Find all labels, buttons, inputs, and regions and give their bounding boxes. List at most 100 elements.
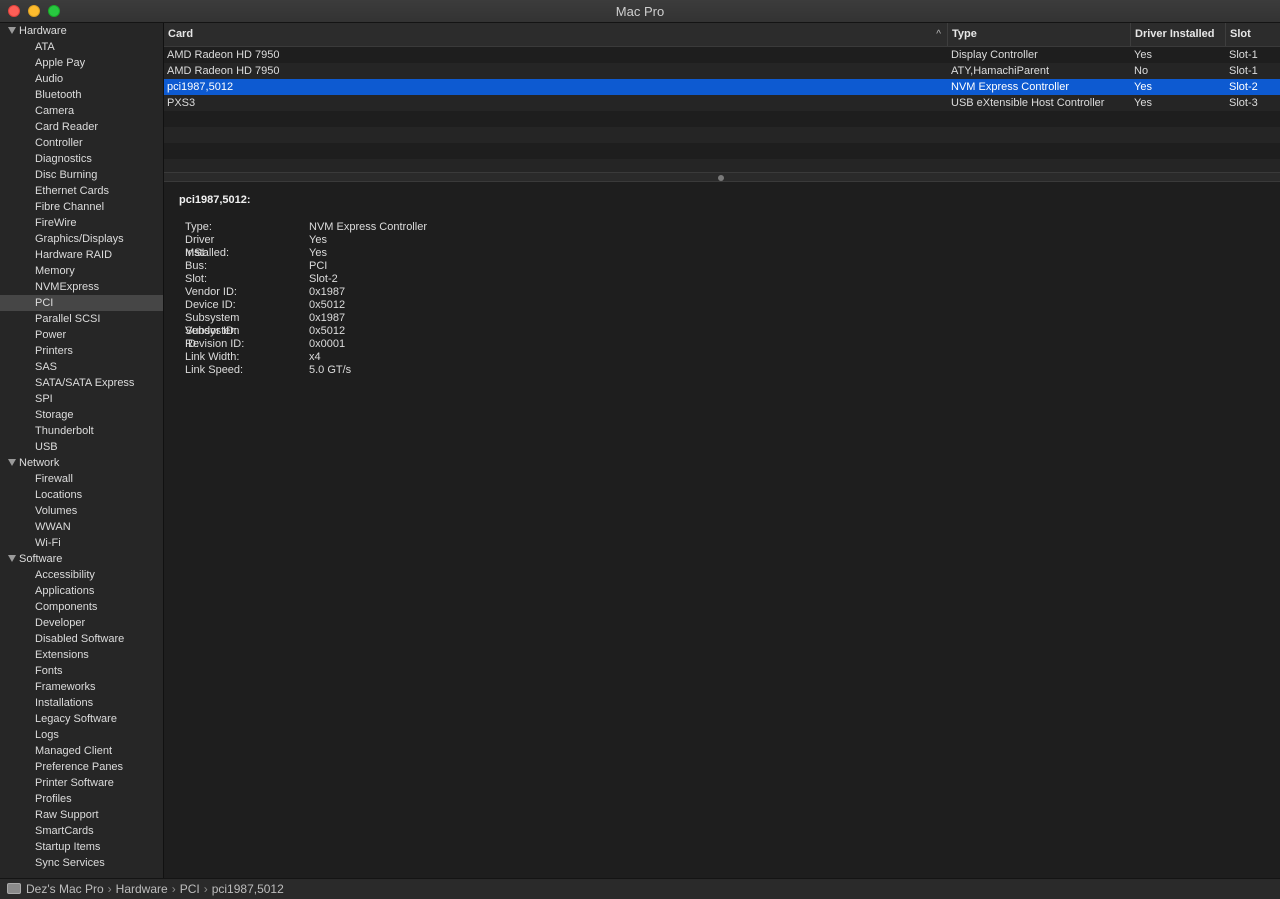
- column-header-driver-installed[interactable]: Driver Installed: [1131, 23, 1226, 46]
- breadcrumb-separator-icon: ›: [107, 882, 112, 896]
- sidebar-item[interactable]: Logs: [0, 727, 163, 743]
- empty-table-row: [164, 127, 1280, 143]
- sidebar-item[interactable]: Controller: [0, 135, 163, 151]
- detail-field-key: Type:: [185, 221, 212, 233]
- sidebar-item[interactable]: ATA: [0, 39, 163, 55]
- detail-field: Revision ID: 0x0001: [179, 338, 345, 351]
- sidebar-item[interactable]: Components: [0, 599, 163, 615]
- sidebar-item[interactable]: Diagnostics: [0, 151, 163, 167]
- table-cell-slot: Slot-1: [1229, 49, 1258, 61]
- sidebar-item[interactable]: USB: [0, 439, 163, 455]
- sidebar-item[interactable]: Developer: [0, 615, 163, 631]
- sidebar-item[interactable]: Disc Burning: [0, 167, 163, 183]
- breadcrumb: Dez's Mac Pro › Hardware › PCI › pci1987,5012: [26, 879, 284, 899]
- sidebar-item[interactable]: Printers: [0, 343, 163, 359]
- sidebar-item[interactable]: Power: [0, 327, 163, 343]
- sidebar-item[interactable]: SPI: [0, 391, 163, 407]
- sidebar-item[interactable]: Profiles: [0, 791, 163, 807]
- sidebar-item[interactable]: SmartCards: [0, 823, 163, 839]
- sidebar-item[interactable]: FireWire: [0, 215, 163, 231]
- detail-field-value: PCI: [309, 260, 328, 272]
- detail-field-key: Device ID:: [185, 299, 236, 311]
- disclosure-triangle-icon[interactable]: [8, 27, 16, 34]
- breadcrumb-item[interactable]: PCI: [180, 882, 200, 896]
- column-header-card[interactable]: Card ^: [164, 23, 948, 46]
- sidebar-item[interactable]: Hardware RAID: [0, 247, 163, 263]
- table-cell-card: PXS3: [167, 97, 196, 109]
- sidebar-group-network[interactable]: Network: [0, 455, 163, 471]
- sidebar-item[interactable]: Card Reader: [0, 119, 163, 135]
- detail-field-value: Yes: [309, 234, 327, 246]
- table-row[interactable]: AMD Radeon HD 7950 Display Controller Yes S…: [164, 47, 1280, 63]
- sidebar-item[interactable]: Sync Services: [0, 855, 163, 871]
- column-header-card-label: Card: [168, 28, 194, 40]
- sidebar-item[interactable]: Ethernet Cards: [0, 183, 163, 199]
- sidebar-item[interactable]: Disabled Software: [0, 631, 163, 647]
- disclosure-triangle-icon[interactable]: [8, 555, 16, 562]
- detail-field-key: Slot:: [185, 273, 208, 285]
- detail-field-value: 0x1987: [309, 312, 346, 324]
- breadcrumb-item[interactable]: pci1987,5012: [212, 882, 284, 896]
- breadcrumb-item[interactable]: Hardware: [116, 882, 168, 896]
- sidebar-group-hardware[interactable]: Hardware: [0, 23, 163, 39]
- sidebar-item[interactable]: Storage: [0, 407, 163, 423]
- detail-pane: pci1987,5012: Type: NVM Express Controlle…: [179, 194, 427, 377]
- sidebar-item[interactable]: Preference Panes: [0, 759, 163, 775]
- sidebar-item[interactable]: Volumes: [0, 503, 163, 519]
- table-row[interactable]: PXS3 USB eXtensible Host Controller Yes Slo…: [164, 95, 1280, 111]
- split-view-divider[interactable]: [164, 172, 1280, 182]
- sidebar-item[interactable]: Camera: [0, 103, 163, 119]
- sidebar-item[interactable]: WWAN: [0, 519, 163, 535]
- main-pane: Card ^ Type Driver Installed Slot AMD Ra…: [164, 23, 1280, 878]
- sidebar-item[interactable]: SATA/SATA Express: [0, 375, 163, 391]
- path-bar: Dez's Mac Pro › Hardware › PCI › pci1987,5012: [0, 878, 1280, 899]
- table-cell-type: NVM Express Controller: [951, 81, 1069, 93]
- detail-field: Device ID: 0x5012: [179, 299, 345, 312]
- sidebar-item[interactable]: Thunderbolt: [0, 423, 163, 439]
- sidebar-item[interactable]: Extensions: [0, 647, 163, 663]
- sidebar-item[interactable]: Parallel SCSI: [0, 311, 163, 327]
- detail-field: Bus: PCI: [179, 260, 327, 273]
- detail-field-key: Link Width:: [185, 351, 240, 363]
- sidebar-item[interactable]: NVMExpress: [0, 279, 163, 295]
- table-cell-slot: Slot-3: [1229, 97, 1258, 109]
- sidebar-item[interactable]: PCI: [0, 295, 163, 311]
- sidebar-item[interactable]: Startup Items: [0, 839, 163, 855]
- sidebar-item[interactable]: Raw Support: [0, 807, 163, 823]
- breadcrumb-item[interactable]: Dez's Mac Pro: [26, 882, 104, 896]
- detail-field-value: 0x0001: [309, 338, 346, 350]
- table-row[interactable]: AMD Radeon HD 7950 ATY,HamachiParent No Slo…: [164, 63, 1280, 79]
- sidebar-item[interactable]: Bluetooth: [0, 87, 163, 103]
- sidebar-item[interactable]: Applications: [0, 583, 163, 599]
- sidebar-item[interactable]: SAS: [0, 359, 163, 375]
- sidebar-item[interactable]: Fibre Channel: [0, 199, 163, 215]
- sidebar-item[interactable]: Audio: [0, 71, 163, 87]
- sidebar-item[interactable]: Apple Pay: [0, 55, 163, 71]
- sidebar-item[interactable]: Graphics/Displays: [0, 231, 163, 247]
- sidebar-item[interactable]: Memory: [0, 263, 163, 279]
- divider-handle-icon[interactable]: [718, 175, 724, 181]
- sidebar-item[interactable]: Frameworks: [0, 679, 163, 695]
- column-header-slot[interactable]: Slot: [1226, 23, 1280, 46]
- detail-field-key: Bus:: [185, 260, 208, 272]
- detail-field: Link Speed: 5.0 GT/s: [179, 364, 351, 377]
- sidebar-item[interactable]: Locations: [0, 487, 163, 503]
- detail-field: Vendor ID: 0x1987: [179, 286, 345, 299]
- table-row[interactable]: pci1987,5012 NVM Express Controller Yes Slo…: [164, 79, 1280, 95]
- sidebar-item[interactable]: Installations: [0, 695, 163, 711]
- sidebar-item[interactable]: Printer Software: [0, 775, 163, 791]
- sidebar-item[interactable]: Firewall: [0, 471, 163, 487]
- column-header-type[interactable]: Type: [948, 23, 1131, 46]
- sidebar-item[interactable]: Managed Client: [0, 743, 163, 759]
- table-header: Card ^ Type Driver Installed Slot: [164, 23, 1280, 47]
- table-cell-driver: No: [1134, 65, 1149, 77]
- sidebar-group-software[interactable]: Software: [0, 551, 163, 567]
- sidebar-item[interactable]: Fonts: [0, 663, 163, 679]
- detail-field: Subsystem Vendor ID: 0x1987: [179, 312, 345, 337]
- disclosure-triangle-icon[interactable]: [8, 459, 16, 466]
- detail-field-value: 0x1987: [309, 286, 346, 298]
- sidebar-item[interactable]: Wi-Fi: [0, 535, 163, 551]
- sidebar-item[interactable]: Accessibility: [0, 567, 163, 583]
- table-cell-driver: Yes: [1134, 49, 1152, 61]
- sidebar-item[interactable]: Legacy Software: [0, 711, 163, 727]
